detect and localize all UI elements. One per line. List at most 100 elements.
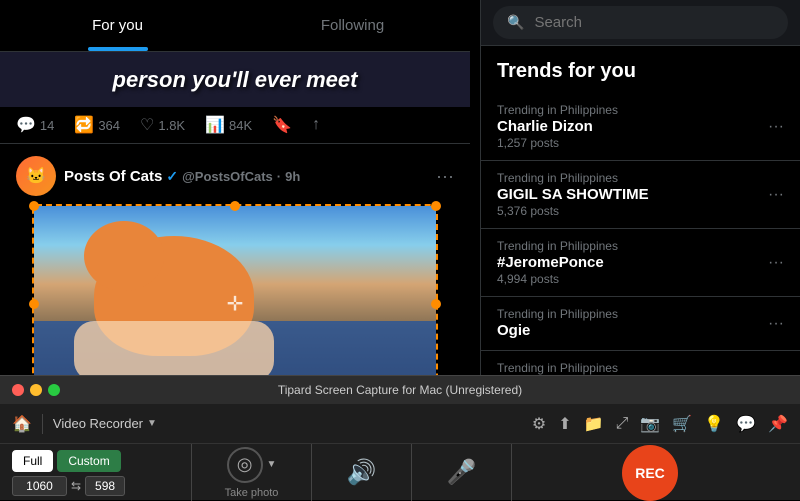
bookmark-icon: 🔖: [272, 115, 292, 135]
handle-top-right[interactable]: [431, 201, 441, 211]
folder-icon[interactable]: 📁: [584, 414, 604, 434]
reply-count: 14: [40, 118, 54, 133]
trend-more-icon-2[interactable]: ···: [768, 254, 784, 272]
chat-icon[interactable]: 💬: [736, 414, 756, 434]
video-text: person you'll ever meet: [113, 67, 358, 93]
like-action[interactable]: ♡ 1.8K: [140, 115, 185, 135]
hand-decoration: [74, 321, 274, 375]
custom-resolution-button[interactable]: Custom: [57, 450, 120, 472]
width-input[interactable]: [12, 476, 67, 496]
handle-left-middle[interactable]: [29, 299, 39, 309]
trend-item-2[interactable]: Trending in Philippines #JeromePonce 4,9…: [481, 229, 800, 297]
search-input[interactable]: [534, 14, 774, 31]
screen-capture-overlay: Tipard Screen Capture for Mac (Unregiste…: [0, 375, 800, 500]
trend-item-3[interactable]: Trending in Philippines Ogie ···: [481, 297, 800, 351]
camera-section: ◎ ▼ Take photo: [192, 444, 312, 501]
share-action[interactable]: ↑: [312, 116, 320, 134]
handle-top-middle[interactable]: [230, 201, 240, 211]
trend-location-2: Trending in Philippines: [497, 239, 784, 253]
more-options-button[interactable]: ···: [436, 166, 454, 187]
handle-top-left[interactable]: [29, 201, 39, 211]
video-banner: person you'll ever meet: [0, 52, 470, 107]
verified-icon: ✓: [166, 168, 178, 185]
capture-title-bar: Tipard Screen Capture for Mac (Unregiste…: [0, 376, 800, 404]
tab-following[interactable]: Following: [235, 0, 470, 51]
like-count: 1.8K: [158, 118, 185, 133]
sound-icon: 🔊: [347, 458, 377, 487]
right-sidebar: 🔍 Trends for you Trending in Philippines…: [480, 0, 800, 380]
toolbar-divider: [42, 414, 43, 434]
trend-more-icon-1[interactable]: ···: [768, 186, 784, 204]
trend-item-1[interactable]: Trending in Philippines GIGIL SA SHOWTIM…: [481, 161, 800, 229]
minimize-button[interactable]: [30, 384, 42, 396]
camera-circle: ◎: [227, 447, 263, 483]
bookmark-action[interactable]: 🔖: [272, 115, 292, 135]
trend-name-3: Ogie: [497, 322, 784, 339]
reply-action[interactable]: 💬 14: [16, 115, 54, 135]
cat-post: 🐱 Posts Of Cats ✓ @PostsOfCats · 9h ··· …: [0, 144, 470, 375]
settings-icon[interactable]: ⚙: [532, 414, 546, 434]
swap-icon[interactable]: ⇆: [71, 479, 81, 493]
tab-for-you[interactable]: For you: [0, 0, 235, 51]
help-icon[interactable]: 💡: [704, 414, 724, 434]
trend-location-3: Trending in Philippines: [497, 307, 784, 321]
first-post-actions: 💬 14 🔁 364 ♡ 1.8K 📊 84K 🔖 ↑: [0, 107, 470, 144]
video-recorder-button[interactable]: Video Recorder ▼: [53, 416, 157, 431]
trend-posts-1: 5,376 posts: [497, 204, 784, 218]
camera-snapshot-icon[interactable]: 📷: [640, 414, 660, 434]
trend-more-icon-0[interactable]: ···: [768, 118, 784, 136]
trend-location-0: Trending in Philippines: [497, 103, 784, 117]
rec-section: REC: [512, 444, 788, 501]
user-info: Posts Of Cats ✓ @PostsOfCats · 9h: [64, 168, 428, 185]
mic-section[interactable]: 🎤: [412, 444, 512, 501]
capture-main-row: Full Custom ⇆ ◎ ▼ Take photo 🔊 🎤: [0, 444, 800, 501]
post-header: 🐱 Posts Of Cats ✓ @PostsOfCats · 9h ···: [16, 156, 454, 196]
display-name: Posts Of Cats ✓ @PostsOfCats · 9h: [64, 168, 428, 185]
reply-icon: 💬: [16, 115, 36, 135]
chart-icon: 📊: [205, 115, 225, 135]
pin-icon[interactable]: 📌: [768, 414, 788, 434]
heart-icon: ♡: [140, 115, 154, 135]
resolution-buttons: Full Custom: [12, 450, 175, 472]
retweet-count: 364: [98, 118, 120, 133]
avatar: 🐱: [16, 156, 56, 196]
sound-section[interactable]: 🔊: [312, 444, 412, 501]
expand-icon[interactable]: ⤢: [616, 415, 629, 433]
video-recorder-label: Video Recorder: [53, 416, 143, 431]
cat-image: ✛ 0:01: [34, 206, 436, 375]
toolbar-right-icons: ⚙ ⬆ 📁 ⤢ 📷 🛒 💡 💬 📌: [532, 414, 788, 434]
search-input-wrap[interactable]: 🔍: [493, 6, 788, 39]
views-count: 84K: [229, 118, 252, 133]
close-button[interactable]: [12, 384, 24, 396]
trend-posts-0: 1,257 posts: [497, 136, 784, 150]
camera-chevron-icon: ▼: [267, 459, 277, 470]
trends-container: Trends for you Trending in Philippines C…: [481, 46, 800, 380]
gift-icon[interactable]: 🛒: [672, 414, 692, 434]
camera-label: Take photo: [225, 487, 279, 499]
trend-posts-2: 4,994 posts: [497, 272, 784, 286]
upload-icon[interactable]: ⬆: [558, 414, 571, 434]
maximize-button[interactable]: [48, 384, 60, 396]
camera-icon-wrap[interactable]: ◎ ▼: [227, 447, 277, 483]
trends-header: Trends for you: [481, 46, 800, 93]
handle-right-middle[interactable]: [431, 299, 441, 309]
full-resolution-button[interactable]: Full: [12, 450, 53, 472]
search-bar: 🔍: [481, 0, 800, 46]
trend-item-0[interactable]: Trending in Philippines Charlie Dizon 1,…: [481, 93, 800, 161]
capture-toolbar: 🏠 Video Recorder ▼ ⚙ ⬆ 📁 ⤢ 📷 🛒 💡 💬 📌: [0, 404, 800, 444]
share-icon: ↑: [312, 116, 320, 134]
trend-name-0: Charlie Dizon: [497, 118, 784, 135]
rec-button[interactable]: REC: [622, 445, 678, 501]
retweet-icon: 🔁: [74, 115, 94, 135]
feed-tabs: For you Following: [0, 0, 470, 52]
views-action[interactable]: 📊 84K: [205, 115, 252, 135]
height-input[interactable]: [85, 476, 125, 496]
trend-more-icon-3[interactable]: ···: [768, 315, 784, 333]
cat-head-decoration: [84, 221, 164, 291]
retweet-action[interactable]: 🔁 364: [74, 115, 120, 135]
resolution-inputs: ⇆: [12, 476, 175, 496]
home-icon[interactable]: 🏠: [12, 414, 32, 434]
traffic-lights: [12, 384, 60, 396]
resolution-section: Full Custom ⇆: [12, 444, 192, 501]
app-name: Tipard Screen Capture for Mac (Unregiste…: [278, 383, 522, 397]
